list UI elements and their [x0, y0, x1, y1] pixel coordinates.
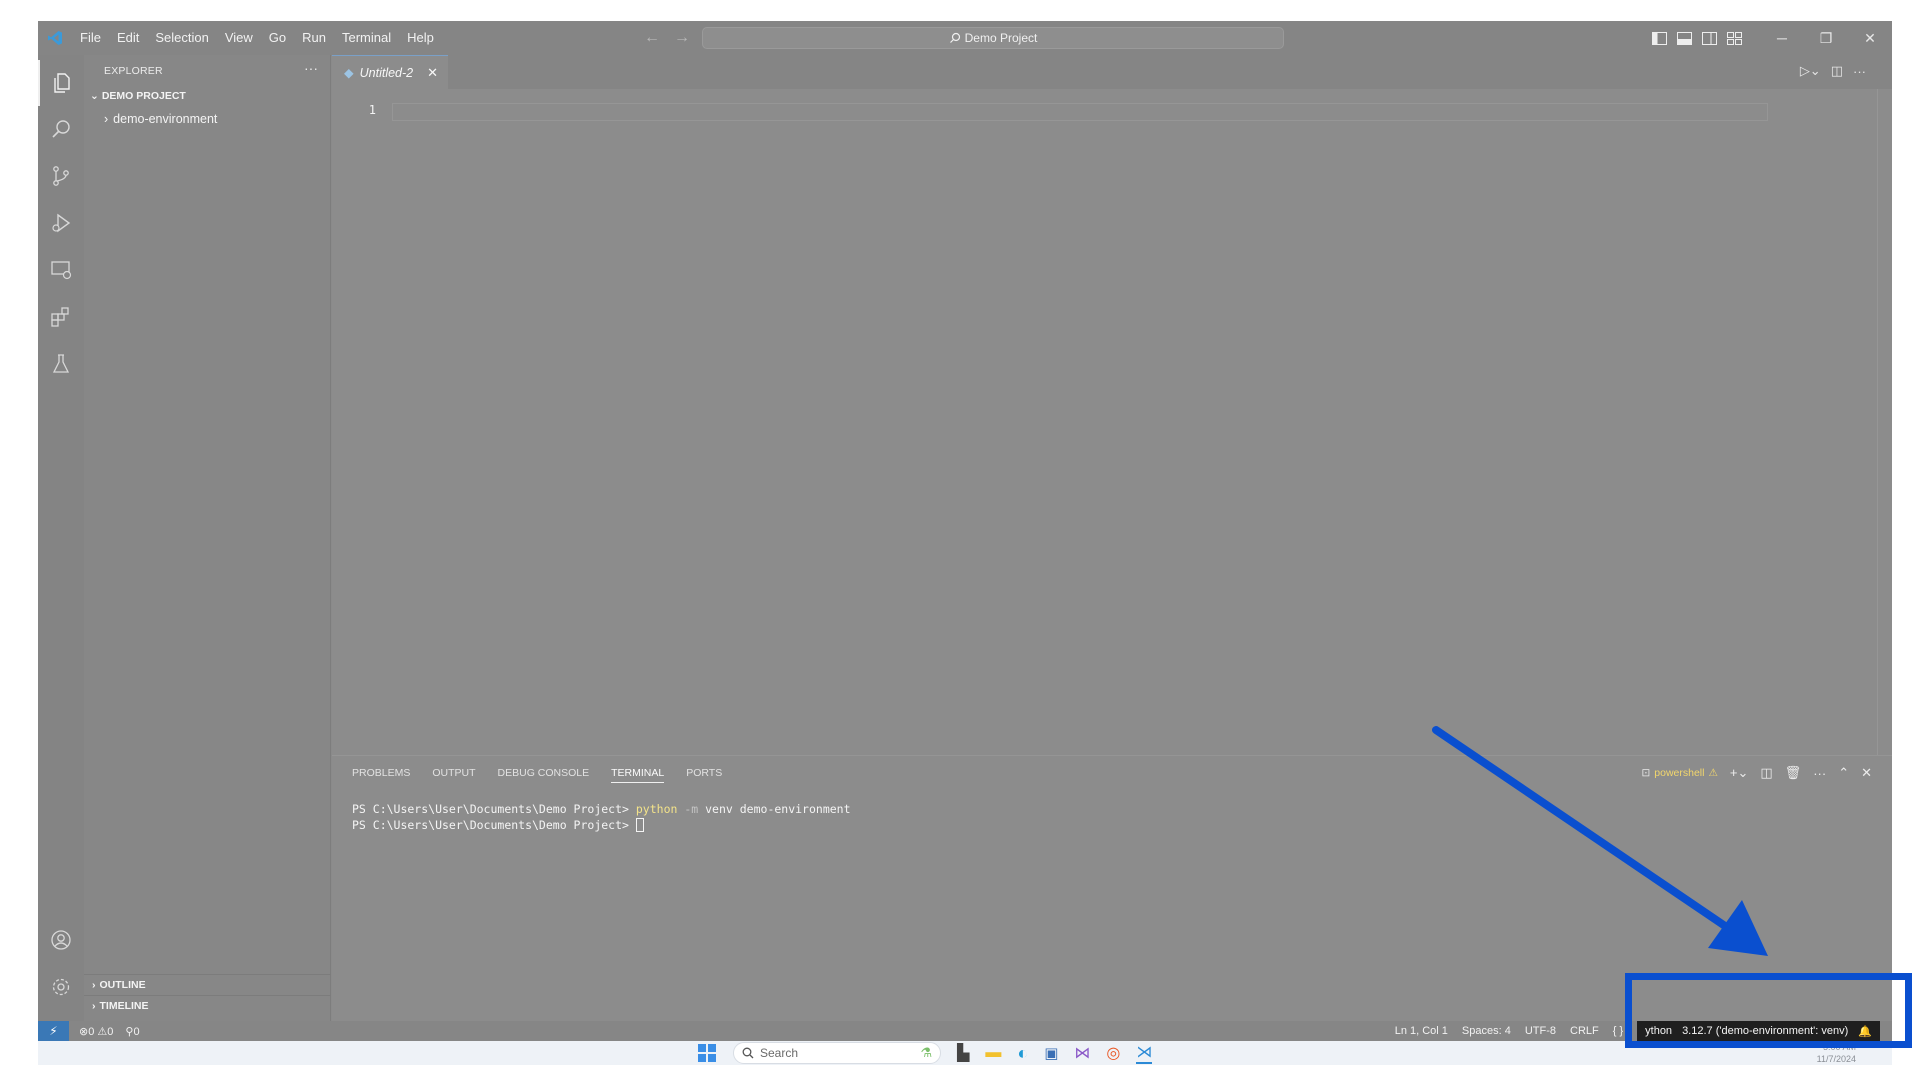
annotation-highlight-box [1625, 973, 1912, 1048]
annotation-arrow [1432, 726, 1768, 956]
